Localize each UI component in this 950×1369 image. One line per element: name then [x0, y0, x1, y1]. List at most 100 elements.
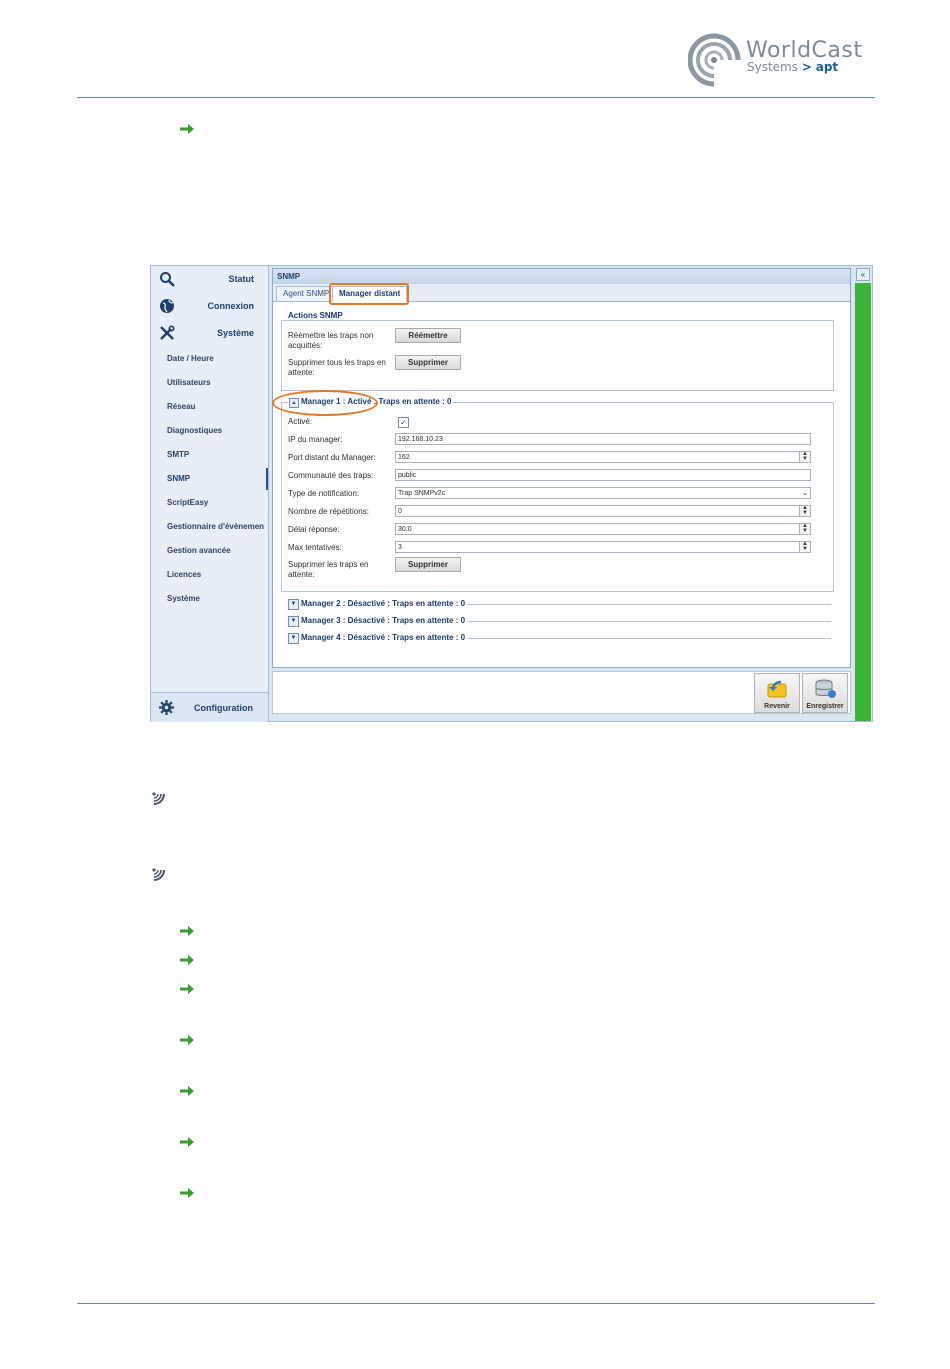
gear-icon — [159, 700, 174, 715]
status-strip — [855, 283, 871, 721]
spin-down-icon[interactable]: ▼ — [802, 456, 808, 462]
logo-brand: apt — [815, 60, 839, 74]
sidebar-item-label: Statut — [228, 274, 255, 284]
wave-bullet-icon — [152, 868, 165, 881]
green-arrow-icon — [180, 1086, 194, 1096]
delay-value: 30.0 — [398, 526, 412, 533]
manager-3-row[interactable]: ▼ Manager 3 : Désactivé : Traps en atten… — [288, 616, 831, 627]
green-arrow-icon — [180, 984, 194, 994]
spin-arrows-icon[interactable]: ▲ ▼ — [799, 541, 810, 552]
notif-label: Type de notification: — [288, 489, 360, 498]
delete-all-label: Supprimer tous les traps en attente: — [288, 358, 386, 377]
save-database-icon — [815, 679, 836, 698]
collapse-toggle-icon[interactable]: ▼ — [288, 599, 299, 610]
delete-pending-label: Supprimer les traps en attente: — [288, 560, 369, 579]
community-input[interactable]: public — [395, 469, 811, 481]
green-arrow-icon — [180, 1137, 194, 1147]
repeat-label: Nombre de répétitions: — [288, 507, 369, 516]
panel-title: SNMP — [277, 272, 301, 281]
delete-all-button[interactable]: Supprimer — [395, 355, 461, 370]
actions-snmp-legend: Actions SNMP — [286, 311, 345, 320]
delay-stepper[interactable]: 30.0 ▲ ▼ — [395, 523, 811, 535]
sidebar-item-diagnostiques[interactable]: Diagnostiques — [167, 426, 222, 435]
sidebar-item-utilisateurs[interactable]: Utilisateurs — [167, 378, 211, 387]
logo-waves-icon — [688, 33, 741, 87]
repeat-stepper[interactable]: 0 ▲ ▼ — [395, 505, 811, 517]
repeat-value: 0 — [398, 508, 402, 515]
ip-value: 192.168.10.23 — [398, 436, 443, 443]
sidebar-item-systeme-sub[interactable]: Système — [167, 594, 200, 603]
notif-value: Trap SNMPv2c — [398, 490, 446, 497]
search-icon — [160, 272, 175, 287]
wave-bullet-icon — [152, 792, 165, 805]
sidebar-item-reseau[interactable]: Réseau — [167, 402, 195, 411]
green-arrow-icon — [180, 1188, 194, 1198]
sidebar-item-snmp[interactable]: SNMP — [167, 474, 190, 483]
spin-arrows-icon[interactable]: ▲ ▼ — [799, 451, 810, 462]
manager-2-title: Manager 2 : Désactivé : Traps en attente… — [301, 599, 469, 608]
logo-separator: > — [801, 60, 812, 74]
green-arrow-icon — [180, 955, 194, 965]
active-label: Activé: — [288, 417, 313, 426]
revert-label: Revenir — [764, 703, 790, 710]
highlight-ellipse — [272, 390, 378, 416]
sidebar-item-licences[interactable]: Licences — [167, 570, 201, 579]
sidebar-item-gestionnaire-evenements[interactable]: Gestionnaire d'évènemen — [167, 522, 264, 531]
sidebar-item-scripteasy[interactable]: ScriptEasy — [167, 498, 208, 507]
active-checkbox[interactable]: ✓ — [398, 417, 409, 428]
max-stepper[interactable]: 3 ▲ ▼ — [395, 541, 811, 553]
collapse-toggle-icon[interactable]: ▼ — [288, 616, 299, 627]
revert-icon — [767, 680, 787, 698]
manager-3-title: Manager 3 : Désactivé : Traps en attente… — [301, 616, 469, 625]
sidebar-item-configuration[interactable]: Configuration — [151, 692, 268, 722]
footer-rule — [77, 1303, 875, 1304]
manager-4-row[interactable]: ▼ Manager 4 : Désactivé : Traps en atten… — [288, 633, 831, 644]
sidebar-item-statut[interactable]: Statut — [151, 266, 268, 292]
spin-arrows-icon[interactable]: ▲ ▼ — [799, 523, 810, 534]
green-arrow-icon — [180, 926, 194, 936]
port-value: 162 — [398, 454, 410, 461]
green-arrow-icon — [180, 124, 194, 134]
manager-4-title: Manager 4 : Désactivé : Traps en attente… — [301, 633, 469, 642]
revert-button[interactable]: Revenir — [754, 673, 800, 713]
collapse-toggle-icon[interactable]: ▼ — [288, 633, 299, 644]
spin-down-icon[interactable]: ▼ — [802, 546, 808, 552]
community-value: public — [398, 472, 417, 479]
sidebar-item-date-heure[interactable]: Date / Heure — [167, 354, 214, 363]
chevron-down-icon[interactable]: ⌄ — [802, 488, 808, 500]
highlight-rectangle — [329, 283, 409, 305]
port-label: Port distant du Manager: — [288, 453, 376, 462]
sidebar-item-smtp[interactable]: SMTP — [167, 450, 189, 459]
header-rule — [77, 97, 875, 98]
tab-agent-snmp[interactable]: Agent SNMP — [276, 286, 337, 302]
sidebar-item-connexion[interactable]: Connexion — [151, 293, 268, 319]
spin-down-icon[interactable]: ▼ — [802, 510, 808, 516]
delete-pending-button[interactable]: Supprimer — [395, 557, 461, 572]
sidebar-item-label: Connexion — [207, 301, 255, 311]
configuration-label: Configuration — [194, 703, 253, 713]
sidebar-item-systeme[interactable]: Système — [151, 320, 268, 346]
tools-icon — [160, 325, 175, 340]
delay-label: Délai réponse: — [288, 525, 340, 534]
panel-header: SNMP — [273, 269, 850, 284]
community-label: Communauté des traps: — [288, 471, 374, 480]
collapse-panel-icon[interactable]: « — [856, 268, 870, 281]
max-value: 3 — [398, 544, 402, 551]
sidebar-selection-indicator — [266, 468, 268, 490]
globe-icon — [160, 299, 174, 313]
manager-2-row[interactable]: ▼ Manager 2 : Désactivé : Traps en atten… — [288, 599, 831, 610]
ip-input[interactable]: 192.168.10.23 — [395, 433, 811, 445]
spin-down-icon[interactable]: ▼ — [802, 528, 808, 534]
green-arrow-icon — [180, 1035, 194, 1045]
notif-select[interactable]: Trap SNMPv2c ⌄ — [395, 487, 811, 499]
logo-sub-text: Systems — [747, 60, 798, 74]
port-stepper[interactable]: 162 ▲ ▼ — [395, 451, 811, 463]
sidebar-item-label: Système — [216, 328, 254, 338]
ip-label: IP du manager: — [288, 435, 343, 444]
spin-arrows-icon[interactable]: ▲ ▼ — [799, 505, 810, 516]
reemit-button[interactable]: Réémettre — [395, 328, 461, 343]
sidebar-item-gestion-avancee[interactable]: Gestion avancée — [167, 546, 231, 555]
sidebar: Statut Connexion Système Date / Heure Ut… — [151, 266, 269, 721]
save-button[interactable]: Enregistrer — [802, 673, 848, 713]
save-label: Enregistrer — [806, 703, 844, 710]
